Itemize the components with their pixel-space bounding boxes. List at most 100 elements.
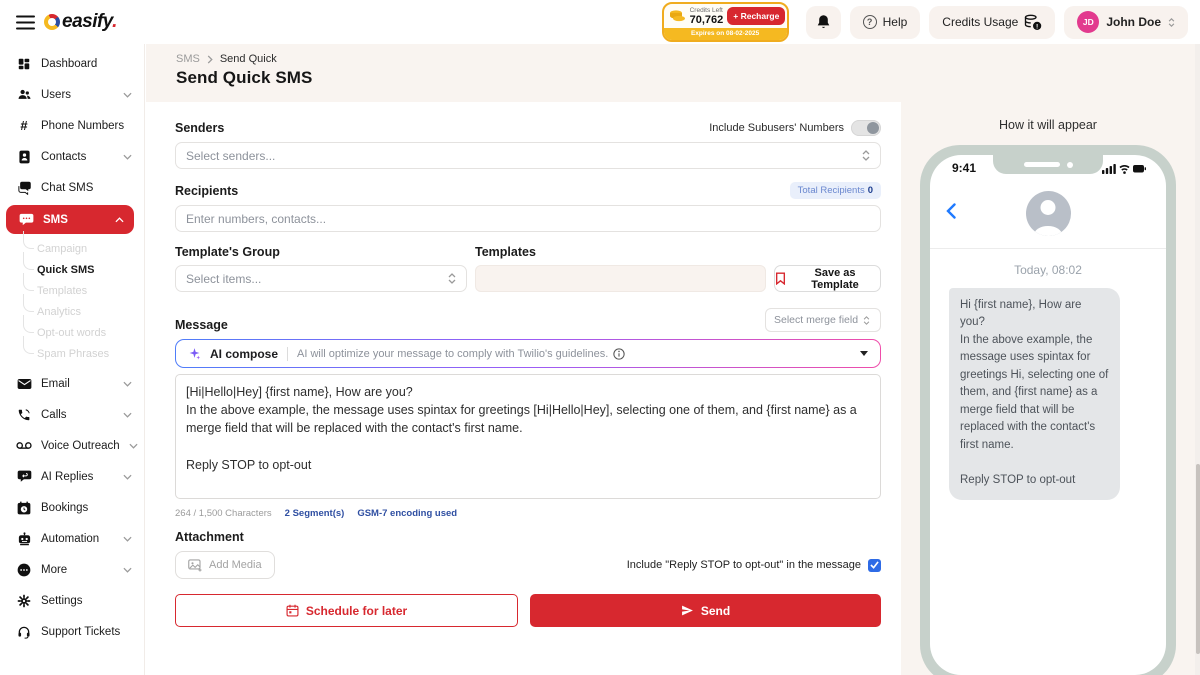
hash-icon: # <box>16 118 32 133</box>
send-plane-icon <box>681 604 694 617</box>
sms-submenu: Campaign Quick SMS Templates Analytics O… <box>0 236 144 368</box>
scrollbar-thumb[interactable] <box>1196 464 1200 654</box>
sidebar-item-sms[interactable]: SMS <box>6 205 134 234</box>
merge-field-select[interactable]: Select merge field <box>765 308 881 332</box>
user-name: John Doe <box>1106 15 1161 29</box>
include-stop-checkbox[interactable] <box>868 559 881 572</box>
total-recipients-badge: Total Recipients0 <box>790 182 881 199</box>
notifications-button[interactable] <box>806 6 841 39</box>
phone-screen: 9:41 <box>930 155 1166 675</box>
logo-text: easify. <box>62 11 117 33</box>
ai-compose-bar[interactable]: AI compose AI will optimize your message… <box>175 339 881 368</box>
recharge-button[interactable]: + Recharge <box>727 7 785 25</box>
submenu-item-spam-phrases[interactable]: Spam Phrases <box>0 343 144 364</box>
schedule-for-later-button[interactable]: Schedule for later <box>175 594 518 627</box>
preview-title: How it will appear <box>901 118 1195 132</box>
chevron-down-icon <box>123 567 132 573</box>
user-menu[interactable]: JD John Doe <box>1064 6 1188 39</box>
submenu-item-quick-sms[interactable]: Quick SMS <box>0 259 144 280</box>
hamburger-menu-icon[interactable] <box>14 11 36 33</box>
sidebar-item-settings[interactable]: Settings <box>0 585 144 616</box>
sidebar-item-voice-outreach[interactable]: Voice Outreach <box>0 430 144 461</box>
coins-icon <box>669 9 686 23</box>
templates-select-disabled[interactable] <box>475 265 766 292</box>
sidebar-item-contacts[interactable]: Contacts <box>0 141 144 172</box>
breadcrumb-current: Send Quick <box>220 53 277 65</box>
robot-icon <box>16 532 32 546</box>
contact-avatar <box>1026 191 1071 236</box>
caret-down-icon <box>860 351 868 356</box>
dashboard-icon <box>16 57 32 71</box>
sidebar-item-support-tickets[interactable]: Support Tickets <box>0 616 144 647</box>
save-as-template-button[interactable]: Save as Template <box>774 265 881 292</box>
headset-icon <box>16 625 32 639</box>
phone-mockup: 9:41 <box>920 145 1176 675</box>
sidebar-item-more[interactable]: More <box>0 554 144 585</box>
sidebar-item-ai-replies[interactable]: AI Replies <box>0 461 144 492</box>
content: Senders Include Subusers' Numbers Select… <box>146 102 1195 675</box>
message-date: Today, 08:02 <box>930 263 1166 277</box>
submenu-item-opt-out-words[interactable]: Opt-out words <box>0 322 144 343</box>
chevron-updown-icon <box>1168 18 1175 27</box>
chevron-down-icon <box>129 443 138 449</box>
message-counters: 264 / 1,500 Characters 2 Segment(s) GSM-… <box>175 508 881 519</box>
contacts-icon <box>16 150 32 164</box>
send-button[interactable]: Send <box>530 594 881 627</box>
vertical-scrollbar[interactable] <box>1195 44 1200 675</box>
include-subusers-label: Include Subusers' Numbers <box>709 122 844 134</box>
topbar: easify. Credits Left 70,762 + Recharge E… <box>0 0 1200 44</box>
chevron-down-icon <box>123 536 132 542</box>
sms-bubble-icon <box>18 213 34 226</box>
template-group-select[interactable]: Select items... <box>175 265 467 292</box>
include-subusers-toggle[interactable] <box>851 120 881 136</box>
calendar-clock-icon <box>16 501 32 515</box>
breadcrumb-separator-icon <box>207 55 213 64</box>
chevron-down-icon <box>123 474 132 480</box>
segment-counter: 2 Segment(s) <box>285 508 345 519</box>
chevron-down-icon <box>123 154 132 160</box>
recipients-input[interactable] <box>175 205 881 232</box>
breadcrumb: SMS Send Quick <box>176 53 1165 65</box>
sparkle-icon <box>188 347 201 360</box>
svg-text:!: ! <box>1036 23 1038 30</box>
credits-usage-button[interactable]: Credits Usage ! <box>929 6 1055 39</box>
submenu-item-analytics[interactable]: Analytics <box>0 301 144 322</box>
message-bubble: Hi {first name}, How are you? In the abo… <box>949 288 1120 500</box>
breadcrumb-sms[interactable]: SMS <box>176 53 200 65</box>
sidebar-item-calls[interactable]: Calls <box>0 399 144 430</box>
chevron-down-icon <box>123 412 132 418</box>
back-chevron-icon[interactable] <box>946 203 956 219</box>
sidebar-item-automation[interactable]: Automation <box>0 523 144 554</box>
app-logo[interactable]: easify. <box>44 11 117 33</box>
image-icon <box>188 559 203 572</box>
logo-icon <box>44 14 60 30</box>
message-textarea[interactable]: [Hi|Hello|Hey] {first name}, How are you… <box>175 374 881 499</box>
add-media-button[interactable]: Add Media <box>175 551 275 579</box>
attachment-label: Attachment <box>175 530 881 544</box>
help-label: Help <box>883 15 908 29</box>
credits-left-value: 70,762 <box>690 14 724 26</box>
help-button[interactable]: ? Help <box>850 6 921 39</box>
recipients-label: Recipients <box>175 184 238 198</box>
sidebar-item-chat-sms[interactable]: Chat SMS <box>0 172 144 203</box>
question-icon: ? <box>863 15 877 29</box>
sidebar-item-dashboard[interactable]: Dashboard <box>0 48 144 79</box>
app-window: easify. Credits Left 70,762 + Recharge E… <box>0 0 1200 675</box>
sidebar: Dashboard Users # Phone Numbers Contacts… <box>0 44 145 675</box>
send-quick-sms-form: Senders Include Subusers' Numbers Select… <box>146 102 901 675</box>
chevron-up-icon <box>115 217 124 223</box>
more-dots-icon <box>16 563 32 577</box>
senders-select[interactable]: Select senders... <box>175 142 881 169</box>
sidebar-item-email[interactable]: Email <box>0 368 144 399</box>
conversation-header <box>930 155 1166 249</box>
sidebar-item-phone-numbers[interactable]: # Phone Numbers <box>0 110 144 141</box>
email-icon <box>16 378 32 390</box>
chat-bubbles-icon <box>16 181 32 195</box>
template-group-label: Template's Group <box>175 245 467 259</box>
sidebar-item-users[interactable]: Users <box>0 79 144 110</box>
ai-reply-icon <box>16 470 32 483</box>
sidebar-item-bookings[interactable]: Bookings <box>0 492 144 523</box>
submenu-item-templates[interactable]: Templates <box>0 280 144 301</box>
ai-compose-title: AI compose <box>210 347 278 361</box>
submenu-item-campaign[interactable]: Campaign <box>0 238 144 259</box>
